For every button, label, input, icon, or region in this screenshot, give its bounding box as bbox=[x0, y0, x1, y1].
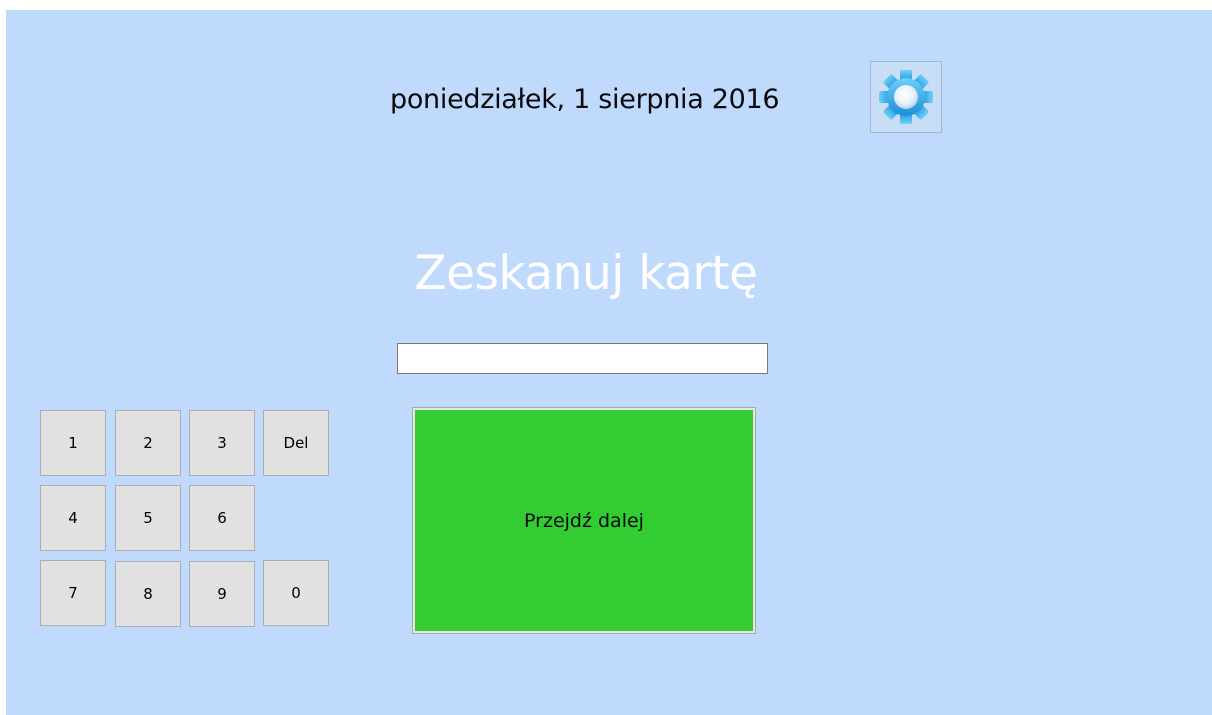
key-5-button[interactable]: 5 bbox=[115, 485, 181, 551]
key-3-button[interactable]: 3 bbox=[189, 410, 255, 476]
key-2-button[interactable]: 2 bbox=[115, 410, 181, 476]
settings-button[interactable] bbox=[870, 61, 942, 133]
key-0-button[interactable]: 0 bbox=[263, 560, 329, 626]
key-7-button[interactable]: 7 bbox=[40, 560, 106, 626]
key-1-button[interactable]: 1 bbox=[40, 410, 106, 476]
app-window: poniedziałek, 1 sierpnia 2016 Zeskanuj k… bbox=[6, 10, 1212, 715]
page-title: Zeskanuj kartę bbox=[414, 246, 758, 301]
gear-icon bbox=[879, 70, 933, 124]
key-8-button[interactable]: 8 bbox=[115, 561, 181, 627]
delete-button[interactable]: Del bbox=[263, 410, 329, 476]
current-date: poniedziałek, 1 sierpnia 2016 bbox=[390, 84, 780, 115]
card-number-input[interactable] bbox=[397, 343, 768, 374]
key-6-button[interactable]: 6 bbox=[189, 485, 255, 551]
next-button[interactable]: Przejdź dalej bbox=[412, 407, 756, 634]
key-4-button[interactable]: 4 bbox=[40, 485, 106, 551]
key-9-button[interactable]: 9 bbox=[189, 561, 255, 627]
